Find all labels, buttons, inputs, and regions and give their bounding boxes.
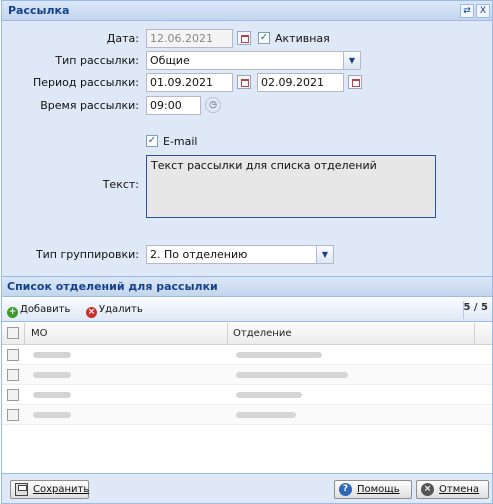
- period-to-calendar-icon[interactable]: [348, 75, 362, 89]
- add-icon: +: [7, 307, 18, 318]
- column-header-department[interactable]: Отделение: [233, 328, 292, 339]
- column-divider: [24, 323, 25, 345]
- clock-icon[interactable]: ◷: [205, 97, 221, 113]
- chevron-down-icon[interactable]: ▼: [316, 246, 333, 263]
- cancel-icon: ×: [421, 483, 434, 496]
- column-divider: [474, 323, 475, 345]
- add-button-label: Добавить: [20, 304, 71, 315]
- close-icon[interactable]: X: [476, 4, 490, 18]
- window-title: Рассылка: [8, 4, 70, 17]
- type-select[interactable]: Общие ▼: [146, 51, 361, 70]
- column-header-mo[interactable]: МО: [31, 328, 48, 339]
- active-checkbox[interactable]: ✓: [258, 32, 270, 44]
- add-button[interactable]: + Добавить: [7, 302, 70, 318]
- type-select-value: Общие: [150, 54, 190, 67]
- period-label: Период рассылки:: [32, 76, 139, 89]
- text-area[interactable]: Текст рассылки для списка отделений: [146, 155, 436, 218]
- pager-count: 5 / 5: [463, 302, 488, 313]
- save-button-label: Сохранить: [33, 484, 90, 495]
- mailing-window: Рассылка ⇄ X Дата: 12.06.2021 ✓ Активная…: [1, 0, 493, 504]
- floppy-disk-icon: [15, 483, 28, 496]
- period-from-calendar-icon[interactable]: [237, 75, 251, 89]
- delete-icon: ×: [86, 307, 97, 318]
- type-label: Тип рассылки:: [55, 54, 139, 67]
- cancel-button-label: Отмена: [439, 484, 480, 495]
- table-row[interactable]: [2, 346, 492, 365]
- grouping-select-value: 2. По отделению: [150, 248, 248, 261]
- redacted-cell: [33, 392, 71, 398]
- redacted-cell: [236, 352, 322, 358]
- row-checkbox[interactable]: [7, 369, 19, 381]
- help-button-label: Помощь: [357, 484, 400, 495]
- date-calendar-icon[interactable]: [237, 31, 251, 45]
- redacted-cell: [236, 392, 302, 398]
- redacted-cell: [33, 352, 71, 358]
- date-field[interactable]: 12.06.2021: [146, 29, 233, 48]
- table-row[interactable]: [2, 406, 492, 425]
- time-field[interactable]: 09:00: [146, 96, 201, 115]
- period-from-field[interactable]: 01.09.2021: [146, 73, 233, 92]
- departments-panel: Список отделений для рассылки + Добавить …: [2, 276, 492, 503]
- active-label: Активная: [275, 32, 330, 45]
- redacted-cell: [33, 412, 71, 418]
- email-checkbox[interactable]: ✓: [146, 135, 158, 147]
- column-divider: [227, 323, 228, 345]
- table-row[interactable]: [2, 366, 492, 385]
- redacted-cell: [236, 372, 348, 378]
- grid-header: МО Отделение: [2, 323, 492, 345]
- delete-button[interactable]: × Удалить: [86, 302, 143, 318]
- text-label: Текст:: [102, 178, 139, 191]
- window-footer: Сохранить ? Помощь × Отмена: [2, 473, 492, 503]
- restore-icon[interactable]: ⇄: [460, 4, 474, 18]
- cancel-button[interactable]: × Отмена: [416, 480, 489, 499]
- redacted-cell: [236, 412, 296, 418]
- help-icon: ?: [339, 483, 352, 496]
- time-label: Время рассылки:: [40, 99, 139, 112]
- window-titlebar: Рассылка ⇄ X: [2, 1, 492, 21]
- row-checkbox[interactable]: [7, 389, 19, 401]
- redacted-cell: [33, 372, 71, 378]
- delete-button-label: Удалить: [99, 304, 143, 315]
- save-button[interactable]: Сохранить: [10, 480, 89, 499]
- table-row[interactable]: [2, 386, 492, 405]
- email-label: E-mail: [163, 135, 198, 148]
- grouping-select[interactable]: 2. По отделению ▼: [146, 245, 334, 264]
- select-all-checkbox[interactable]: [7, 327, 19, 339]
- departments-panel-header: Список отделений для рассылки: [2, 277, 492, 297]
- date-label: Дата:: [106, 32, 139, 45]
- departments-toolbar: + Добавить × Удалить 5 / 5: [2, 298, 492, 322]
- mailing-form: Дата: 12.06.2021 ✓ Активная Тип рассылки…: [2, 22, 492, 270]
- period-to-field[interactable]: 02.09.2021: [257, 73, 344, 92]
- chevron-down-icon[interactable]: ▼: [343, 52, 360, 69]
- row-checkbox[interactable]: [7, 349, 19, 361]
- row-checkbox[interactable]: [7, 409, 19, 421]
- help-button[interactable]: ? Помощь: [334, 480, 412, 499]
- departments-panel-title: Список отделений для рассылки: [7, 280, 218, 293]
- grouping-label: Тип группировки:: [35, 248, 139, 261]
